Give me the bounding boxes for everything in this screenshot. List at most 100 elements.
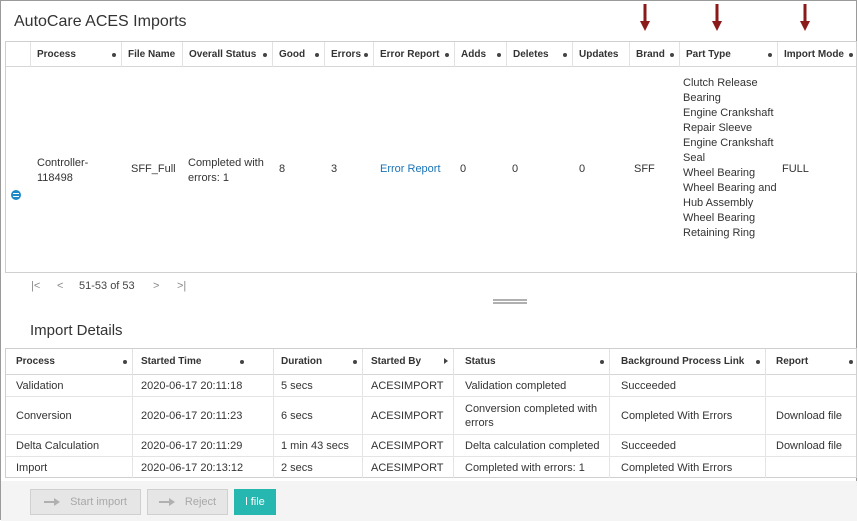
first-page-icon[interactable]: |< xyxy=(31,280,40,292)
column-header-import-mode[interactable]: Import Mode xyxy=(777,42,856,67)
table-row[interactable]: Import 2020-06-17 20:13:12 2 secs ACESIM… xyxy=(6,457,856,478)
column-header-part-type[interactable]: Part Type xyxy=(679,42,777,67)
cell-import-mode: FULL xyxy=(782,163,809,175)
footer-toolbar: Start import Reject l file xyxy=(1,481,857,521)
cell-status: Delta calculation completed xyxy=(453,435,609,456)
column-menu-icon[interactable] xyxy=(364,53,368,57)
details-grid-header: Process Started Time Duration Started By… xyxy=(6,349,856,375)
column-menu-icon[interactable] xyxy=(849,360,853,364)
download-file-link[interactable] xyxy=(765,457,858,478)
start-import-button[interactable]: Start import xyxy=(30,489,141,515)
part-type-item: Engine Crankshaft Seal xyxy=(683,137,774,164)
column-header-status[interactable]: Status xyxy=(453,349,609,375)
download-file-link[interactable] xyxy=(765,375,858,396)
splitter-handle[interactable] xyxy=(493,299,527,304)
cell-process: Import xyxy=(16,461,48,474)
cell-process: Controller- 118498 xyxy=(37,157,89,184)
error-report-link[interactable]: Error Report xyxy=(380,163,441,175)
page-count: 51-53 of 53 xyxy=(79,280,135,292)
sort-icon[interactable] xyxy=(444,358,448,364)
column-header-good[interactable]: Good xyxy=(272,42,324,67)
column-header-file-name[interactable]: File Name xyxy=(121,42,182,67)
background-process-link[interactable]: Succeeded xyxy=(609,375,765,396)
column-header-background-process-link[interactable]: Background Process Link xyxy=(609,349,765,375)
part-type-item: Wheel Bearing xyxy=(683,167,756,179)
background-process-link[interactable]: Completed With Errors xyxy=(609,397,765,434)
column-header-errors[interactable]: Errors xyxy=(324,42,373,67)
cell-started-by: ACESIMPORT xyxy=(362,375,453,396)
column-header-adds[interactable]: Adds xyxy=(454,42,506,67)
column-header-error-report[interactable]: Error Report xyxy=(373,42,454,67)
arrow-down-icon xyxy=(640,4,650,31)
cell-errors: 3 xyxy=(331,163,338,175)
prev-page-icon[interactable]: < xyxy=(57,280,63,292)
cell-duration: 1 min 43 secs xyxy=(273,435,362,456)
cell-process: Validation xyxy=(16,379,64,392)
column-header-started-time[interactable]: Started Time xyxy=(132,349,249,375)
column-menu-icon[interactable] xyxy=(768,53,772,57)
table-row[interactable]: Delta Calculation 2020-06-17 20:11:29 1 … xyxy=(6,435,856,457)
import-details-title: Import Details xyxy=(30,322,123,339)
cell-started-by: ACESIMPORT xyxy=(362,435,453,456)
column-header-duration[interactable]: Duration xyxy=(273,349,362,375)
column-menu-icon[interactable] xyxy=(123,360,127,364)
cell-good: 8 xyxy=(279,163,286,175)
column-menu-icon[interactable] xyxy=(563,53,567,57)
column-header-deletes[interactable]: Deletes xyxy=(506,42,572,67)
list-icon[interactable] xyxy=(11,190,21,200)
table-row[interactable]: Validation 2020-06-17 20:11:18 5 secs AC… xyxy=(6,375,856,397)
table-row[interactable]: Conversion 2020-06-17 20:11:23 6 secs AC… xyxy=(6,397,856,435)
cell-started-time: 2020-06-17 20:11:29 xyxy=(132,435,273,456)
cell-adds: 0 xyxy=(460,163,467,175)
reject-button[interactable]: Reject xyxy=(147,489,228,515)
column-header-updates[interactable]: Updates xyxy=(572,42,629,67)
column-menu-icon[interactable] xyxy=(497,53,501,57)
cell-deletes: 0 xyxy=(512,163,519,175)
table-row[interactable]: Controller- 118498 SFF_Full Completed wi… xyxy=(6,68,856,272)
cell-started-by: ACESIMPORT xyxy=(362,457,453,478)
import-details-grid: Process Started Time Duration Started By… xyxy=(5,348,857,478)
column-header-brand[interactable]: Brand xyxy=(629,42,679,67)
background-process-link[interactable]: Succeeded xyxy=(609,435,765,456)
background-process-link[interactable]: Completed With Errors xyxy=(609,457,765,478)
cell-overall-status: Completed with errors: 1 xyxy=(188,157,264,184)
column-menu-icon[interactable] xyxy=(849,53,853,57)
arrow-right-icon xyxy=(158,498,177,506)
page-title: AutoCare ACES Imports xyxy=(14,13,187,30)
column-menu-icon[interactable] xyxy=(756,360,760,364)
cell-duration: 2 secs xyxy=(273,457,362,478)
cell-status: Conversion completed with errors xyxy=(453,397,609,434)
cell-status: Completed with errors: 1 xyxy=(453,457,609,478)
cell-file-name: SFF_Full xyxy=(131,163,176,175)
column-menu-icon[interactable] xyxy=(670,53,674,57)
column-menu-icon[interactable] xyxy=(353,360,357,364)
column-menu-icon[interactable] xyxy=(240,360,244,364)
part-type-item: Engine Crankshaft Repair Sleeve xyxy=(683,107,774,134)
column-header-process[interactable]: Process xyxy=(30,42,121,67)
cell-duration: 5 secs xyxy=(273,375,362,396)
arrow-down-icon xyxy=(712,4,722,31)
column-header-report[interactable]: Report xyxy=(765,349,858,375)
imports-grid-header: Process File Name Overall Status Good Er… xyxy=(6,42,856,67)
column-menu-icon[interactable] xyxy=(445,53,449,57)
imports-grid: Process File Name Overall Status Good Er… xyxy=(5,41,857,273)
column-menu-icon[interactable] xyxy=(112,53,116,57)
cell-process: Conversion xyxy=(16,409,72,422)
last-page-icon[interactable]: >| xyxy=(177,280,186,292)
column-menu-icon[interactable] xyxy=(600,360,604,364)
cell-updates: 0 xyxy=(579,163,586,175)
cell-started-by: ACESIMPORT xyxy=(362,397,453,434)
column-header-overall-status[interactable]: Overall Status xyxy=(182,42,272,67)
part-type-item: Wheel Bearing Retaining Ring xyxy=(683,212,756,239)
column-menu-icon[interactable] xyxy=(263,53,267,57)
column-header-process[interactable]: Process xyxy=(6,349,132,375)
next-page-icon[interactable]: > xyxy=(153,280,159,292)
column-header-started-by[interactable]: Started By xyxy=(362,349,453,375)
download-file-link[interactable]: Download file xyxy=(765,435,858,456)
column-menu-icon[interactable] xyxy=(315,53,319,57)
download-file-link[interactable]: Download file xyxy=(765,397,858,434)
part-type-item: Wheel Bearing and Hub Assembly xyxy=(683,182,777,209)
file-button[interactable]: l file xyxy=(234,489,276,515)
arrow-right-icon xyxy=(44,498,62,506)
cell-started-time: 2020-06-17 20:13:12 xyxy=(132,457,273,478)
